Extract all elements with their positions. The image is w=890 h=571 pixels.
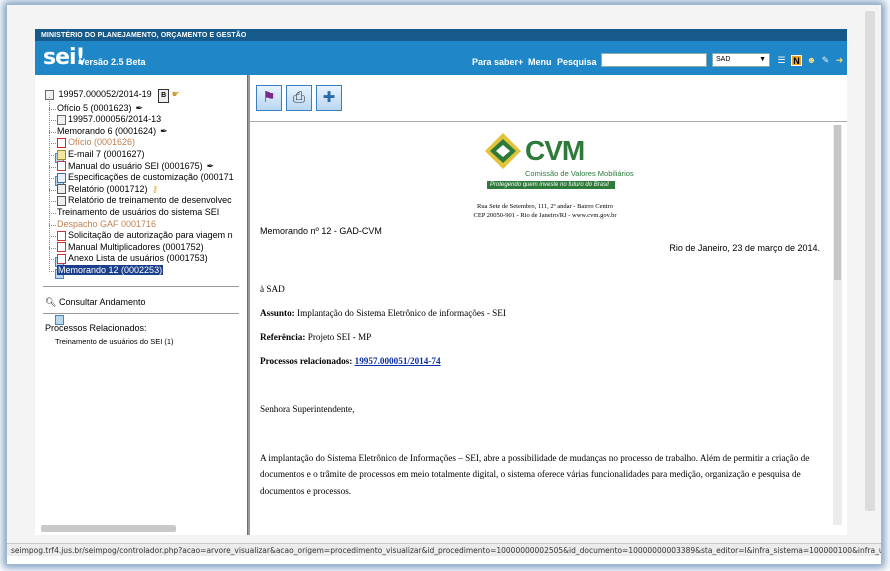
address-line: CEP 20050-901 - Rio de Janeiro/RJ - www.… bbox=[473, 211, 617, 219]
signature-pen-icon: ✒ bbox=[160, 125, 168, 136]
signature-pen-icon: ✒ bbox=[135, 102, 144, 113]
process-tree-pane: 19957.000052/2014-19 B ☛ Ofício 5 (00016… bbox=[35, 75, 247, 535]
divider-line bbox=[43, 313, 239, 314]
window-scrollbar[interactable] bbox=[865, 11, 875, 511]
user-icon[interactable]: ☻ bbox=[806, 55, 817, 66]
tree-item[interactable]: Ofício 5 (0001623) ✒ bbox=[45, 96, 245, 163]
ministry-label: MINISTÉRIO DO PLANEJAMENTO, ORÇAMENTO E … bbox=[41, 32, 247, 39]
pdf-icon bbox=[57, 230, 66, 241]
exit-icon[interactable]: ➜ bbox=[834, 55, 845, 66]
address-line: Rua Sete de Setembro, 111, 2º andar - Ba… bbox=[476, 203, 613, 210]
tree-root[interactable]: 19957.000052/2014-19 B ☛ bbox=[45, 89, 245, 103]
tree-item[interactable]: Manual Multiplicadores (0001752) bbox=[45, 235, 245, 254]
unit-select[interactable]: SAD ▼ bbox=[712, 53, 770, 67]
tools-icon[interactable]: ✎ bbox=[820, 55, 831, 66]
tree-item[interactable]: Relatório de treinamento de desenvolvec bbox=[45, 189, 245, 207]
tree-item[interactable]: Memorando 6 (0001624) ✒ bbox=[45, 119, 245, 186]
send-process-icon: ⚑ bbox=[262, 89, 276, 106]
tree-item[interactable]: Solicitação de autorização para viagem n bbox=[45, 224, 245, 242]
status-bar: seimpog.trf4.jus.br/seimpog/controlador.… bbox=[7, 543, 881, 556]
cvm-tagline: Protegendo quem investe no futuro do Bra… bbox=[487, 181, 615, 189]
list-view-icon[interactable]: ☰ bbox=[776, 55, 787, 66]
memo-title: Memorando nº 12 - GAD-CVM bbox=[260, 226, 382, 236]
process-icon bbox=[57, 114, 66, 125]
report-icon bbox=[57, 195, 66, 206]
related-processes-heading: Processos Relacionados: bbox=[45, 323, 147, 333]
tree-item[interactable]: E-mail 7 (0001627) bbox=[45, 143, 245, 161]
tree-item[interactable]: Treinamento de usuários do sistema SEI bbox=[45, 201, 245, 267]
content-area: 19957.000052/2014-19 B ☛ Ofício 5 (00016… bbox=[35, 75, 847, 535]
browser-window: MINISTÉRIO DO PLANEJAMENTO, ORÇAMENTO E … bbox=[6, 4, 882, 565]
tree-item[interactable]: Manual do usuário SEI (0001675) ✒ bbox=[45, 154, 245, 173]
referencia-line: Referência: Projeto SEI - MP bbox=[260, 332, 372, 342]
pdf-icon bbox=[57, 161, 66, 172]
hand-icon[interactable]: ☛ bbox=[172, 89, 180, 99]
report-icon bbox=[57, 184, 66, 195]
tree-item[interactable]: Especificações de customização (000171 bbox=[45, 166, 245, 184]
tree-item[interactable]: Ofício (0001626) bbox=[45, 131, 245, 149]
email-icon bbox=[57, 149, 66, 160]
badge-b-icon[interactable]: B bbox=[158, 89, 170, 103]
send-process-button[interactable]: ⚑ bbox=[256, 85, 282, 111]
process-tree: 19957.000052/2014-19 B ☛ Ofício 5 (00016… bbox=[45, 89, 245, 325]
new-document-button[interactable]: ✚ bbox=[316, 85, 342, 111]
magnifier-icon: 🔍︎ bbox=[45, 297, 57, 307]
menu-link[interactable]: Menu bbox=[528, 57, 552, 67]
search-input[interactable] bbox=[601, 53, 707, 67]
pesquisa-label: Pesquisa bbox=[557, 57, 597, 67]
memo-recipient: à SAD bbox=[260, 284, 285, 294]
memo-body: A implantação do Sistema Eletrônico de I… bbox=[260, 453, 810, 496]
consultar-andamento-link[interactable]: 🔍︎ Consultar Andamento bbox=[45, 297, 146, 308]
cvm-logo: CVM Comissão de Valores Mobiliários Prot… bbox=[485, 129, 634, 199]
notification-n-icon[interactable]: N bbox=[791, 55, 802, 66]
navigation-bar: sei! Versão 2.5 Beta Para saber+ Menu Pe… bbox=[35, 41, 847, 75]
document-pane: ⚑ ⎙ ✚ CVM Comissão de Valores Mobiliário… bbox=[250, 75, 847, 535]
horizontal-scrollbar[interactable] bbox=[41, 525, 176, 532]
canceled-icon bbox=[57, 138, 66, 148]
tree-item[interactable]: Anexo Lista de usuários (0001753) bbox=[45, 247, 245, 265]
tree-root-label[interactable]: 19957.000052/2014-19 bbox=[59, 89, 152, 99]
cvm-subtitle: Comissão de Valores Mobiliários bbox=[525, 169, 634, 178]
print-button[interactable]: ⎙ bbox=[286, 85, 312, 111]
related-process-link[interactable]: Treinamento de usuários do SEI (1) bbox=[55, 337, 174, 346]
chevron-down-icon: ▼ bbox=[759, 56, 766, 63]
unit-select-value: SAD bbox=[716, 56, 731, 63]
spreadsheet-icon bbox=[57, 172, 66, 183]
toolbar-separator bbox=[250, 121, 847, 122]
divider-line bbox=[43, 286, 239, 287]
tree-item[interactable]: Despacho GAF 0001716 bbox=[45, 212, 245, 279]
print-icon: ⎙ bbox=[292, 89, 305, 106]
tree-item[interactable]: Relatório (0001712) ⚷ bbox=[45, 177, 245, 196]
new-document-icon: ✚ bbox=[322, 89, 336, 106]
scrollbar-thumb[interactable] bbox=[834, 125, 841, 280]
para-saber-link[interactable]: Para saber+ bbox=[472, 57, 523, 67]
pdf-icon bbox=[57, 242, 66, 253]
tree-item-selected[interactable]: Memorando 12 (0002253) bbox=[45, 259, 245, 325]
document-scrollbar[interactable] bbox=[833, 125, 842, 525]
ministry-bar: MINISTÉRIO DO PLANEJAMENTO, ORÇAMENTO E … bbox=[35, 29, 847, 41]
pdf-icon bbox=[57, 253, 66, 264]
signature-pen-icon: ✒ bbox=[206, 160, 215, 171]
processos-line: Processos relacionados: 19957.000051/201… bbox=[260, 356, 441, 366]
related-process-document-link[interactable]: 19957.000051/2014-74 bbox=[355, 356, 441, 366]
version-label: Versão 2.5 Beta bbox=[79, 57, 146, 67]
assunto-line: Assunto: Implantação do Sistema Eletrôni… bbox=[260, 308, 506, 318]
memo-greeting: Senhora Superintendente, bbox=[260, 404, 355, 414]
cvm-wordmark: CVM bbox=[525, 135, 585, 166]
key-icon: ⚷ bbox=[151, 183, 159, 194]
memo-date: Rio de Janeiro, 23 de março de 2014. bbox=[669, 243, 820, 253]
tree-item[interactable]: 19957.000056/2014-13 bbox=[45, 108, 245, 126]
address-block: Rua Sete de Setembro, 111, 2º andar - Ba… bbox=[420, 203, 670, 220]
